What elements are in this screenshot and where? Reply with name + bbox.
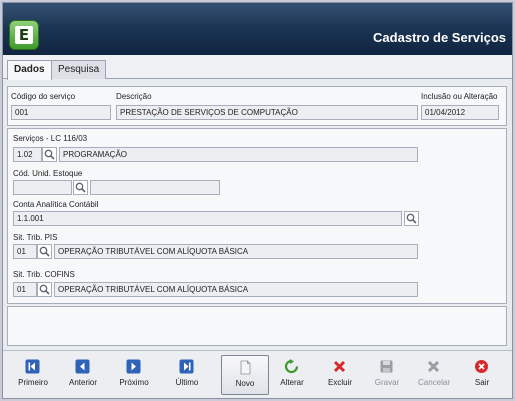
details-panel: Serviços - LC 116/03 1.02 PROGRAMAÇÃO Có…	[7, 128, 507, 304]
action-toolbar: Primeiro Anterior Próximo Último Novo Al…	[3, 350, 512, 398]
codigo-field[interactable]: 001	[11, 105, 111, 120]
conta-field[interactable]: 1.1.001	[13, 211, 402, 226]
unid-estoque-search-icon[interactable]	[73, 180, 88, 195]
pis-search-icon[interactable]	[37, 244, 52, 259]
sair-label: Sair	[474, 378, 490, 387]
anterior-button[interactable]: Anterior	[59, 355, 107, 395]
pis-desc-field[interactable]: OPERAÇÃO TRIBUTÁVEL COM ALÍQUOTA BÁSICA	[54, 244, 418, 259]
proximo-label: Próximo	[119, 378, 149, 387]
exit-icon	[475, 360, 488, 373]
unid-estoque-label: Cód. Unid. Estoque	[13, 169, 83, 178]
app-logo: E	[9, 20, 39, 50]
cofins-desc-field[interactable]: OPERAÇÃO TRIBUTÁVEL COM ALÍQUOTA BÁSICA	[54, 282, 418, 297]
previous-record-icon	[75, 359, 90, 374]
primeiro-label: Primeiro	[18, 378, 48, 387]
title-bar: E Cadastro de Serviços	[3, 3, 512, 55]
tab-dados-label: Dados	[14, 64, 45, 75]
servicos-search-icon[interactable]	[42, 147, 57, 162]
cancel-x-icon	[427, 360, 440, 373]
page-title: Cadastro de Serviços	[373, 30, 506, 45]
conta-label: Conta Analítica Contábil	[13, 200, 99, 209]
excluir-button[interactable]: Excluir	[316, 355, 364, 395]
novo-label: Novo	[235, 379, 255, 388]
tab-pesquisa[interactable]: Pesquisa	[51, 60, 107, 79]
descricao-field[interactable]: PRESTAÇÃO DE SERVIÇOS DE COMPUTAÇÃO	[116, 105, 418, 120]
save-disk-icon	[380, 360, 393, 373]
ultimo-button[interactable]: Último	[163, 355, 211, 395]
unid-estoque-code-field[interactable]	[13, 180, 72, 195]
proximo-button[interactable]: Próximo	[110, 355, 158, 395]
alterar-label: Alterar	[280, 378, 304, 387]
inclusao-label: Inclusão ou Alteração	[421, 92, 498, 101]
gravar-button[interactable]: Gravar	[363, 355, 411, 395]
tab-dados[interactable]: Dados	[7, 60, 52, 80]
app-window: E Cadastro de Serviços Dados Pesquisa Có…	[2, 2, 513, 399]
excluir-label: Excluir	[327, 378, 352, 387]
codigo-label: Código do serviço	[11, 92, 76, 101]
descricao-label: Descrição	[116, 92, 152, 101]
pis-label: Sit. Trib. PIS	[13, 233, 58, 242]
cancelar-label: Cancelar	[417, 378, 450, 387]
gravar-label: Gravar	[374, 378, 400, 387]
primeiro-button[interactable]: Primeiro	[9, 355, 57, 395]
logo-letter: E	[15, 26, 33, 44]
cancelar-button[interactable]: Cancelar	[410, 355, 458, 395]
refresh-edit-icon	[284, 359, 299, 374]
unid-estoque-desc-field[interactable]	[90, 180, 220, 195]
next-record-icon	[126, 359, 141, 374]
servicos-desc-field[interactable]: PROGRAMAÇÃO	[59, 147, 418, 162]
new-document-icon	[240, 360, 251, 375]
alterar-button[interactable]: Alterar	[268, 355, 316, 395]
cofins-code-field[interactable]: 01	[13, 282, 37, 297]
last-record-icon	[179, 359, 194, 374]
servicos-label: Serviços - LC 116/03	[13, 134, 88, 143]
servicos-code-field[interactable]: 1.02	[13, 147, 42, 162]
pis-code-field[interactable]: 01	[13, 244, 37, 259]
tab-bar: Dados Pesquisa	[3, 55, 512, 80]
ultimo-label: Último	[175, 378, 199, 387]
notes-panel	[7, 306, 507, 346]
cofins-search-icon[interactable]	[37, 282, 52, 297]
header-fields-panel: Código do serviço 001 Descrição PRESTAÇÃ…	[7, 86, 507, 126]
novo-button[interactable]: Novo	[221, 355, 269, 395]
sair-button[interactable]: Sair	[458, 355, 506, 395]
first-record-icon	[25, 359, 40, 374]
conta-search-icon[interactable]	[404, 211, 419, 226]
tab-pesquisa-label: Pesquisa	[58, 64, 100, 75]
delete-x-icon	[333, 360, 346, 373]
cofins-label: Sit. Trib. COFINS	[13, 270, 75, 279]
anterior-label: Anterior	[68, 378, 97, 387]
inclusao-field[interactable]: 01/04/2012	[421, 105, 499, 120]
